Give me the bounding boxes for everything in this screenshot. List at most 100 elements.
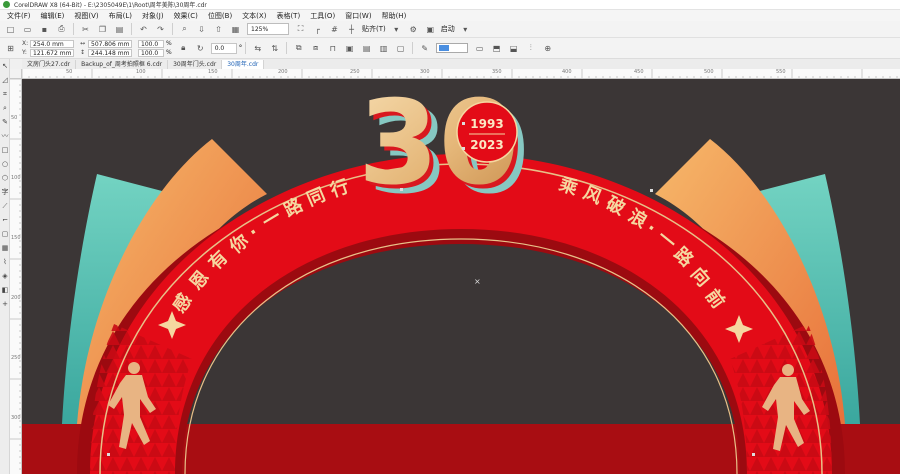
shape-tool-icon[interactable]: ◿ [1,75,9,85]
full-screen-icon[interactable]: ⛶ [294,23,307,36]
width-input[interactable]: 507.806 mm [88,39,132,48]
scale-width-input[interactable]: 100.0 [138,39,164,48]
front-minus-back-icon[interactable]: ▤ [360,42,373,55]
open-folder-icon[interactable]: ▭ [21,23,34,36]
parallel-dimension-icon[interactable]: ⟋ [1,201,9,211]
outline-width-icon[interactable]: ✎ [418,42,431,55]
arch-artwork[interactable]: 感 恩 有 你 · 一 路 同 行 乘 风 破 浪 · 一 路 向 前 30 3… [22,79,900,474]
y-position-input[interactable]: 121.672 mm [30,48,74,57]
menu-tools[interactable]: 工具(O) [305,11,340,21]
to-back-icon[interactable]: ⬓ [507,42,520,55]
height-input[interactable]: 244.148 mm [88,48,132,57]
launch-button[interactable]: 启动 [441,24,455,34]
intersect-icon[interactable]: ⊓ [326,42,339,55]
wrap-text-icon[interactable]: ▭ [473,42,486,55]
mirror-vertical-icon[interactable]: ⇅ [268,42,281,55]
zoom-tool-icon[interactable]: ⌕ [1,103,9,113]
document-tabs: 文房门头27.cdr Backup_of_周考拍照框 6.cdr 30周年门头.… [22,59,900,69]
selection-handle[interactable] [462,122,465,125]
toolbar-divider [286,42,288,54]
simplify-icon[interactable]: ▣ [343,42,356,55]
export-icon[interactable]: ⇧ [212,23,225,36]
redo-icon[interactable]: ↷ [154,23,167,36]
paste-icon[interactable]: ▤ [113,23,126,36]
document-tab[interactable]: Backup_of_周考拍照框 6.cdr [76,60,169,69]
selection-handle[interactable] [400,188,403,191]
menu-window[interactable]: 窗口(W) [340,11,376,21]
back-minus-front-icon[interactable]: ▥ [377,42,390,55]
snap-to-button[interactable]: 贴齐(T) [362,24,386,34]
rectangle-tool-icon[interactable]: □ [1,145,9,155]
weld-icon[interactable]: ⧉ [292,42,305,55]
document-tab-active[interactable]: 30周年.cdr [222,60,265,69]
rotation-angle-input[interactable]: 0.0 [210,42,237,54]
selection-handle[interactable] [107,453,110,456]
menu-object[interactable]: 对象(J) [137,11,169,21]
create-boundary-icon[interactable]: ▢ [394,42,407,55]
selection-handle[interactable] [462,147,465,150]
menu-bitmaps[interactable]: 位图(B) [203,11,237,21]
menu-layout[interactable]: 布局(L) [104,11,137,21]
menu-file[interactable]: 文件(F) [2,11,36,21]
scale-height-input[interactable]: 100.0 [138,48,164,57]
cut-icon[interactable]: ✂ [79,23,92,36]
document-tab[interactable]: 文房门头27.cdr [22,60,77,69]
align-distribute-icon[interactable]: ⫶ [524,42,537,55]
show-grid-icon[interactable]: # [328,23,341,36]
outline-color-select[interactable] [436,43,469,53]
selection-handle[interactable] [752,453,755,456]
pick-tool-icon[interactable]: ↖ [1,61,9,71]
drawing-canvas[interactable]: 感 恩 有 你 · 一 路 同 行 乘 风 破 浪 · 一 路 向 前 30 3… [22,79,900,474]
to-front-icon[interactable]: ⬒ [490,42,503,55]
print-icon[interactable]: ⎙ [55,23,68,36]
import-icon[interactable]: ⇩ [195,23,208,36]
snap-dropdown-icon[interactable]: ▾ [390,23,403,36]
options-gear-icon[interactable]: ⚙ [407,23,420,36]
add-guideline-icon[interactable]: ⊕ [541,42,554,55]
trim-icon[interactable]: ⧈ [309,42,322,55]
width-icon: ↔ [80,40,86,47]
ruler-number: 350 [492,69,502,75]
menu-edit[interactable]: 编辑(E) [36,11,70,21]
menu-effects[interactable]: 效果(C) [169,11,203,21]
rotate-icon[interactable]: ↻ [194,42,207,55]
mirror-horizontal-icon[interactable]: ⇆ [251,42,264,55]
interactive-fill-icon[interactable]: ◈ [1,271,9,281]
page-preset-icon[interactable]: ⊞ [4,42,17,55]
save-icon[interactable]: ▪ [38,23,51,36]
document-tab[interactable]: 30周年门头.cdr [168,60,223,69]
undo-icon[interactable]: ↶ [137,23,150,36]
center-marker-icon[interactable]: × [474,277,481,286]
transparency-tool-icon[interactable]: ▦ [1,243,9,253]
ruler-origin[interactable] [10,69,22,79]
selection-handle[interactable] [650,189,653,192]
menu-table[interactable]: 表格(T) [271,11,305,21]
freehand-tool-icon[interactable]: ✎ [1,117,9,127]
menu-help[interactable]: 帮助(H) [377,11,412,21]
x-position-input[interactable]: 254.0 mm [30,39,74,48]
zoom-level-select[interactable]: 125% [247,23,289,35]
publish-pdf-icon[interactable]: ▦ [229,23,242,36]
copy-icon[interactable]: ❐ [96,23,109,36]
polygon-tool-icon[interactable]: ⬡ [1,173,9,183]
menu-text[interactable]: 文本(X) [237,11,271,21]
eyedropper-tool-icon[interactable]: ⌇ [1,257,9,267]
new-document-icon[interactable]: □ [4,23,17,36]
crop-tool-icon[interactable]: ⌗ [1,89,9,99]
artistic-media-icon[interactable]: 〰 [1,131,9,141]
lock-ratio-icon[interactable]: 🔒︎ [177,42,190,55]
smart-fill-icon[interactable]: ◧ [1,285,9,295]
launch-icon[interactable]: ▣ [424,23,437,36]
add-tool-icon[interactable]: + [1,299,9,309]
launch-dropdown-icon[interactable]: ▾ [459,23,472,36]
show-guidelines-icon[interactable]: ┼ [345,23,358,36]
search-content-icon[interactable]: ⌕ [178,23,191,36]
text-tool-icon[interactable]: 字 [1,187,9,197]
horizontal-ruler[interactable]: 50 100 150 200 250 300 350 400 450 500 5… [22,69,900,79]
vertical-ruler[interactable]: 50 100 150 200 250 300 [10,79,22,474]
ellipse-tool-icon[interactable]: ○ [1,159,9,169]
shadow-tool-icon[interactable]: ▢ [1,229,9,239]
connector-tool-icon[interactable]: ⌐ [1,215,9,225]
show-rulers-icon[interactable]: ┌ [311,23,324,36]
menu-view[interactable]: 视图(V) [69,11,103,21]
